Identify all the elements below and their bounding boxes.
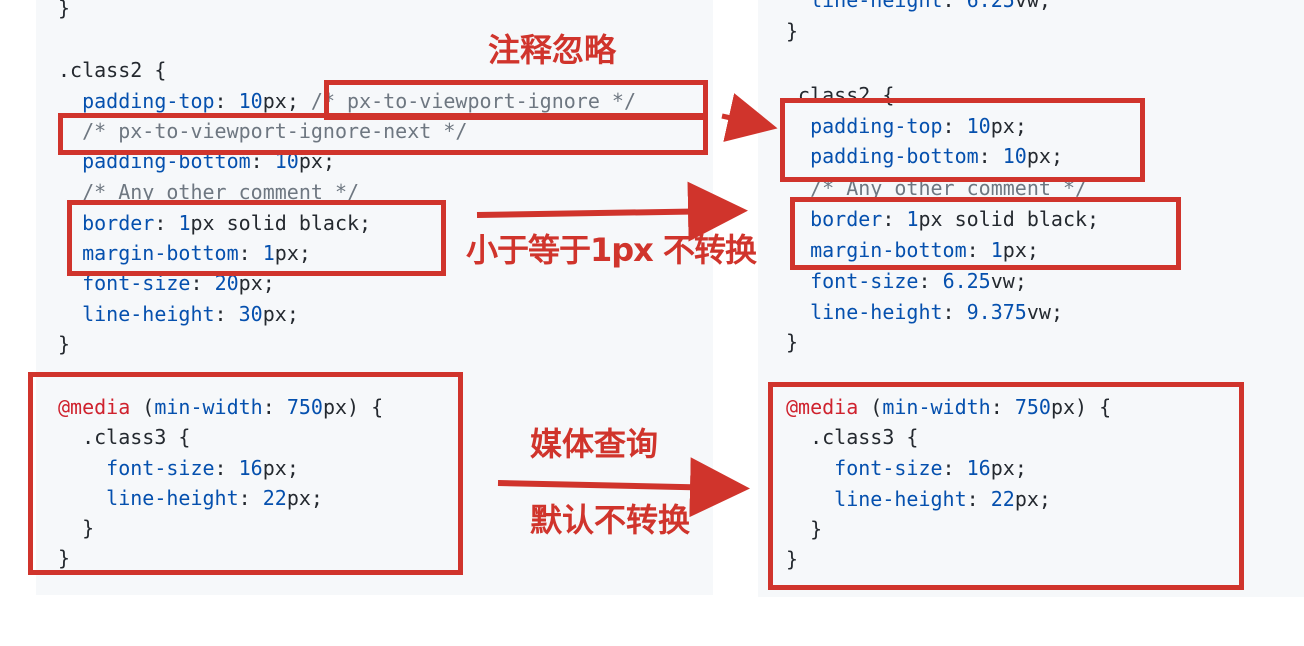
caption-no-convert: 默认不转换 [530,501,691,539]
arrow-1px [476,181,748,242]
arrow-media [497,457,750,518]
arrows-layer [476,93,778,518]
caption-media-query: 媒体查询 [530,425,659,463]
caption-le-1px: 小于等于1px 不转换 [466,231,757,269]
arrow-ignore [721,93,778,142]
caption-ignore-comment: 注释忽略 [488,31,617,69]
